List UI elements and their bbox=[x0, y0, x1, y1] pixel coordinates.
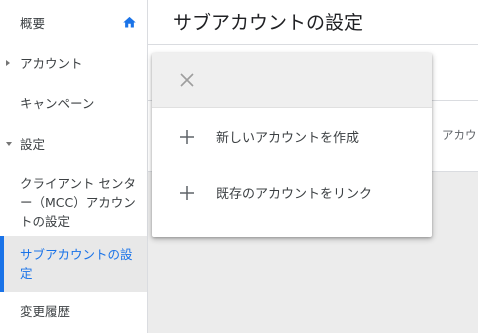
menu-item-label: 既存のアカウントをリンク bbox=[216, 186, 373, 202]
table-column-header[interactable]: アカウ bbox=[442, 127, 477, 143]
sidebar-item-settings[interactable]: 設定 bbox=[0, 133, 147, 155]
chevron-right-icon[interactable] bbox=[6, 60, 10, 66]
close-icon[interactable] bbox=[179, 72, 195, 88]
sidebar-item-label: サブアカウントの設定 bbox=[20, 247, 133, 281]
plus-icon bbox=[180, 129, 194, 144]
sidebar-item-label: 概要 bbox=[20, 15, 46, 31]
sidebar-item-label: クライアント センター（MCC）アカウントの設定 bbox=[20, 175, 136, 229]
add-account-menu: 新しいアカウントを作成 既存のアカウントをリンク bbox=[152, 53, 432, 237]
main-header: サブアカウントの設定 bbox=[148, 0, 478, 45]
chevron-down-icon[interactable] bbox=[6, 142, 12, 146]
sidebar-item-account[interactable]: アカウント bbox=[0, 52, 147, 74]
home-icon[interactable] bbox=[122, 15, 137, 30]
app-root: 概要 アカウント キャンペーン 設定 クライアント センター（MCC）アカウント… bbox=[0, 0, 478, 333]
sidebar-item-campaign[interactable]: キャンペーン bbox=[0, 92, 147, 114]
sidebar-item-subaccount-settings[interactable]: サブアカウントの設定 bbox=[0, 236, 147, 292]
sidebar: 概要 アカウント キャンペーン 設定 クライアント センター（MCC）アカウント… bbox=[0, 0, 148, 333]
menu-item-label: 新しいアカウントを作成 bbox=[216, 130, 360, 146]
sidebar-item-label: 設定 bbox=[20, 136, 46, 152]
page-title: サブアカウントの設定 bbox=[173, 12, 364, 34]
sidebar-item-label: キャンペーン bbox=[20, 95, 95, 111]
plus-icon bbox=[180, 185, 194, 200]
sidebar-item-label: 変更履歴 bbox=[20, 303, 71, 319]
sidebar-item-change-history[interactable]: 変更履歴 bbox=[0, 300, 147, 322]
menu-item-link-account[interactable]: 既存のアカウントをリンク bbox=[152, 164, 432, 220]
sidebar-item-label: アカウント bbox=[20, 55, 83, 71]
menu-item-create-account[interactable]: 新しいアカウントを作成 bbox=[152, 108, 432, 164]
menu-header bbox=[152, 53, 432, 108]
sidebar-item-mcc-settings[interactable]: クライアント センター（MCC）アカウントの設定 bbox=[0, 172, 147, 232]
